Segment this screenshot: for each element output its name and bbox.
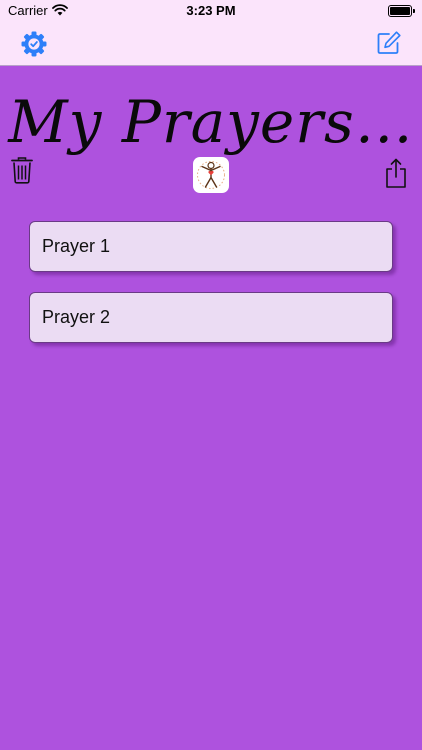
status-bar: Carrier 3:23 PM — [0, 0, 422, 22]
prayer-list: Prayer 1 Prayer 2 — [29, 221, 393, 363]
trash-icon[interactable] — [11, 156, 33, 184]
prayer-item-2[interactable]: Prayer 2 — [29, 292, 393, 343]
prayer-label: Prayer 2 — [42, 307, 111, 327]
status-time: 3:23 PM — [186, 3, 236, 18]
page-title: My Prayers… — [8, 88, 414, 156]
battery-icon — [388, 5, 415, 17]
prayer-item-1[interactable]: Prayer 1 — [29, 221, 393, 272]
gear-check-icon[interactable] — [20, 30, 48, 58]
praying-figure-icon — [197, 161, 225, 189]
prayer-label: Prayer 1 — [42, 236, 111, 256]
share-icon[interactable] — [384, 157, 408, 189]
app-logo — [193, 157, 229, 193]
compose-icon[interactable] — [376, 30, 402, 56]
nav-bar — [0, 22, 422, 66]
